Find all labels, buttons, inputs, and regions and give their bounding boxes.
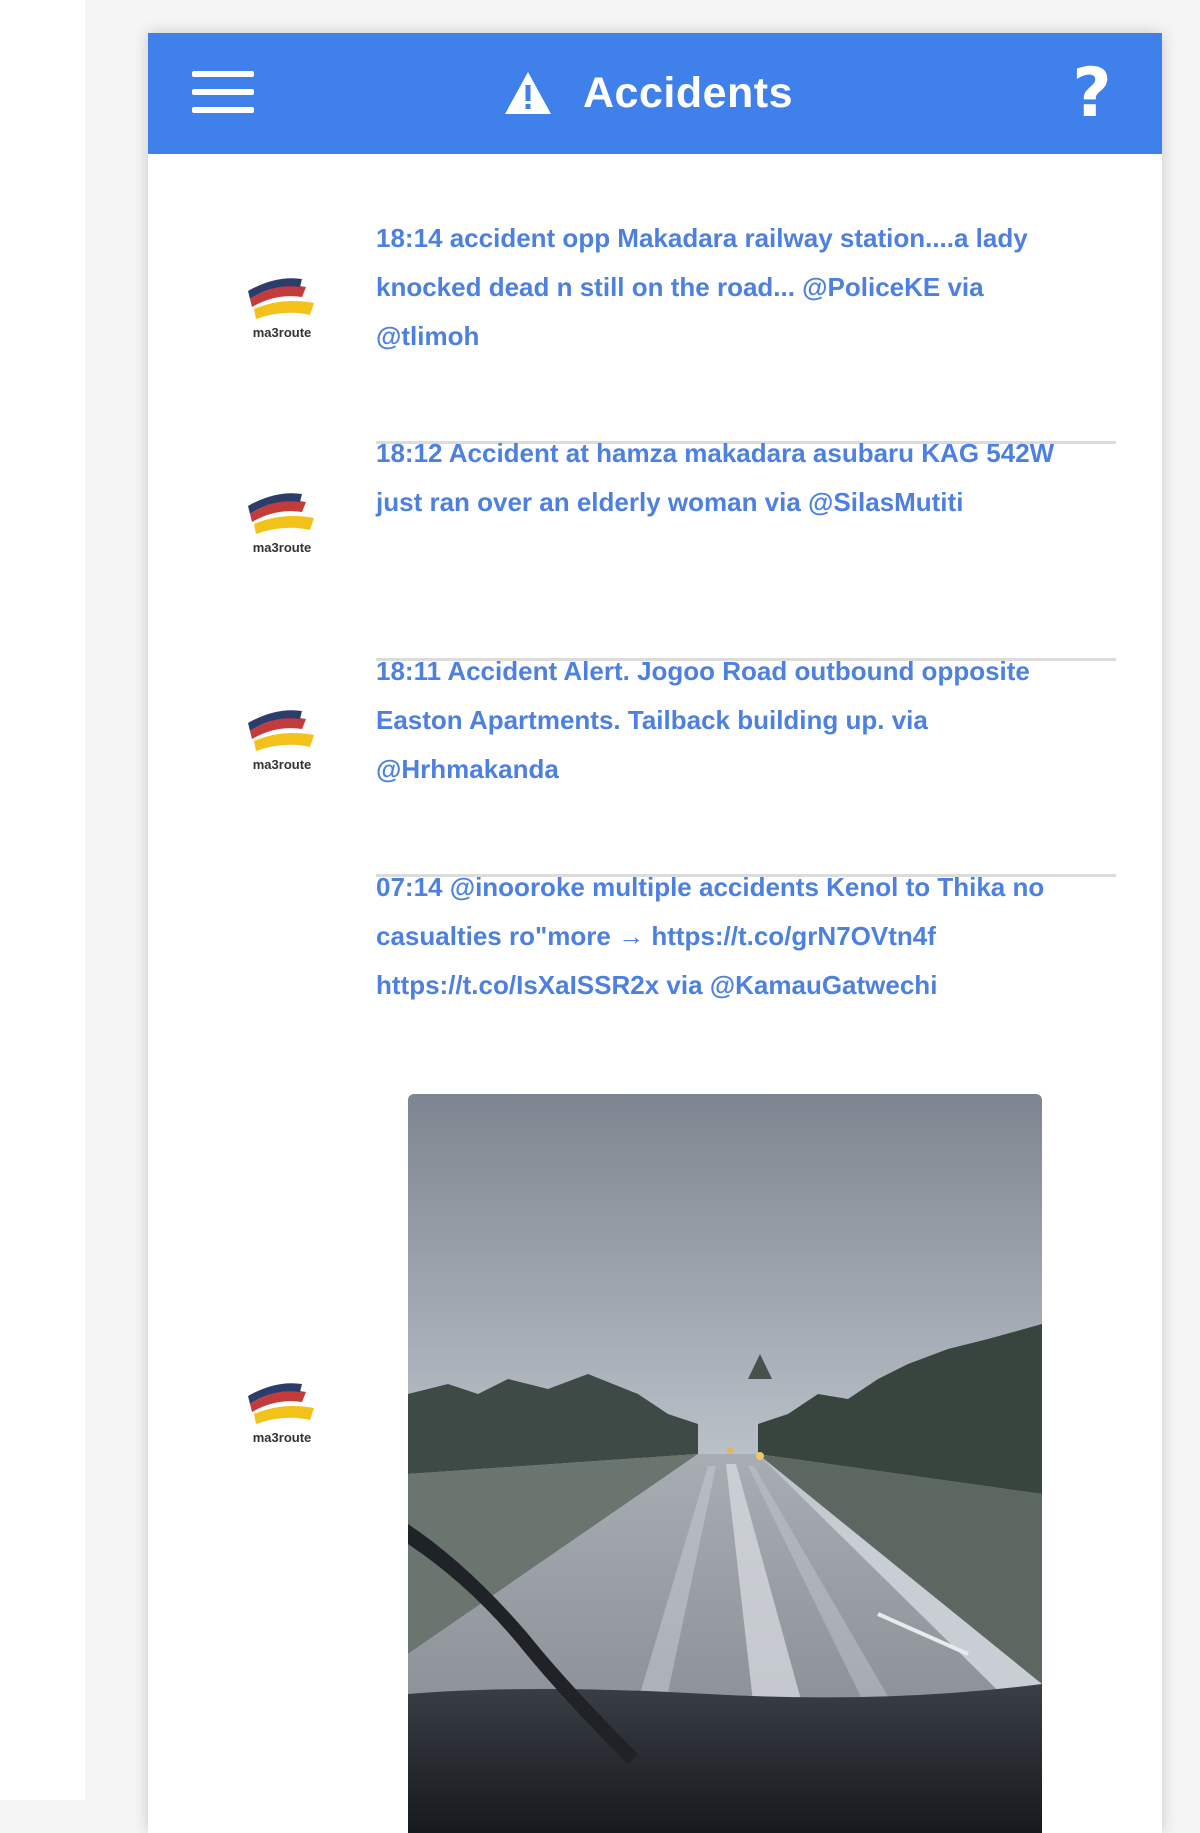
ma3route-logo-icon: ma3route (248, 1383, 314, 1445)
app-bar-title-group: Accidents (503, 63, 793, 123)
page-title: Accidents (583, 68, 794, 117)
feed-item-text[interactable]: 07:14 @inooroke multiple accidents Kenol… (376, 863, 1076, 1010)
feed-item-text[interactable]: 18:11 Accident Alert. Jogoo Road outboun… (376, 647, 1076, 794)
hamburger-menu-icon[interactable] (192, 71, 254, 117)
warning-triangle-icon (505, 72, 551, 114)
app-bar: Accidents ? (148, 33, 1162, 154)
rainy-road-windshield-photo[interactable] (408, 1094, 1042, 1833)
svg-text:ma3route: ma3route (253, 325, 312, 340)
help-button[interactable]: ? (1066, 55, 1118, 133)
svg-text:ma3route: ma3route (253, 1430, 312, 1445)
feed-item-text[interactable]: 18:12 Accident at hamza makadara asubaru… (376, 429, 1076, 527)
ma3route-logo-icon: ma3route (248, 278, 314, 340)
svg-text:ma3route: ma3route (253, 757, 312, 772)
app-window: Accidents ? ma3route 18:14 accident opp … (148, 33, 1162, 1833)
page-gutter (0, 0, 85, 1800)
photo-image (408, 1094, 1042, 1833)
svg-text:ma3route: ma3route (253, 540, 312, 555)
ma3route-logo-icon: ma3route (248, 493, 314, 555)
feed-item-text[interactable]: 18:14 accident opp Makadara railway stat… (376, 214, 1076, 361)
ma3route-logo-icon: ma3route (248, 710, 314, 772)
